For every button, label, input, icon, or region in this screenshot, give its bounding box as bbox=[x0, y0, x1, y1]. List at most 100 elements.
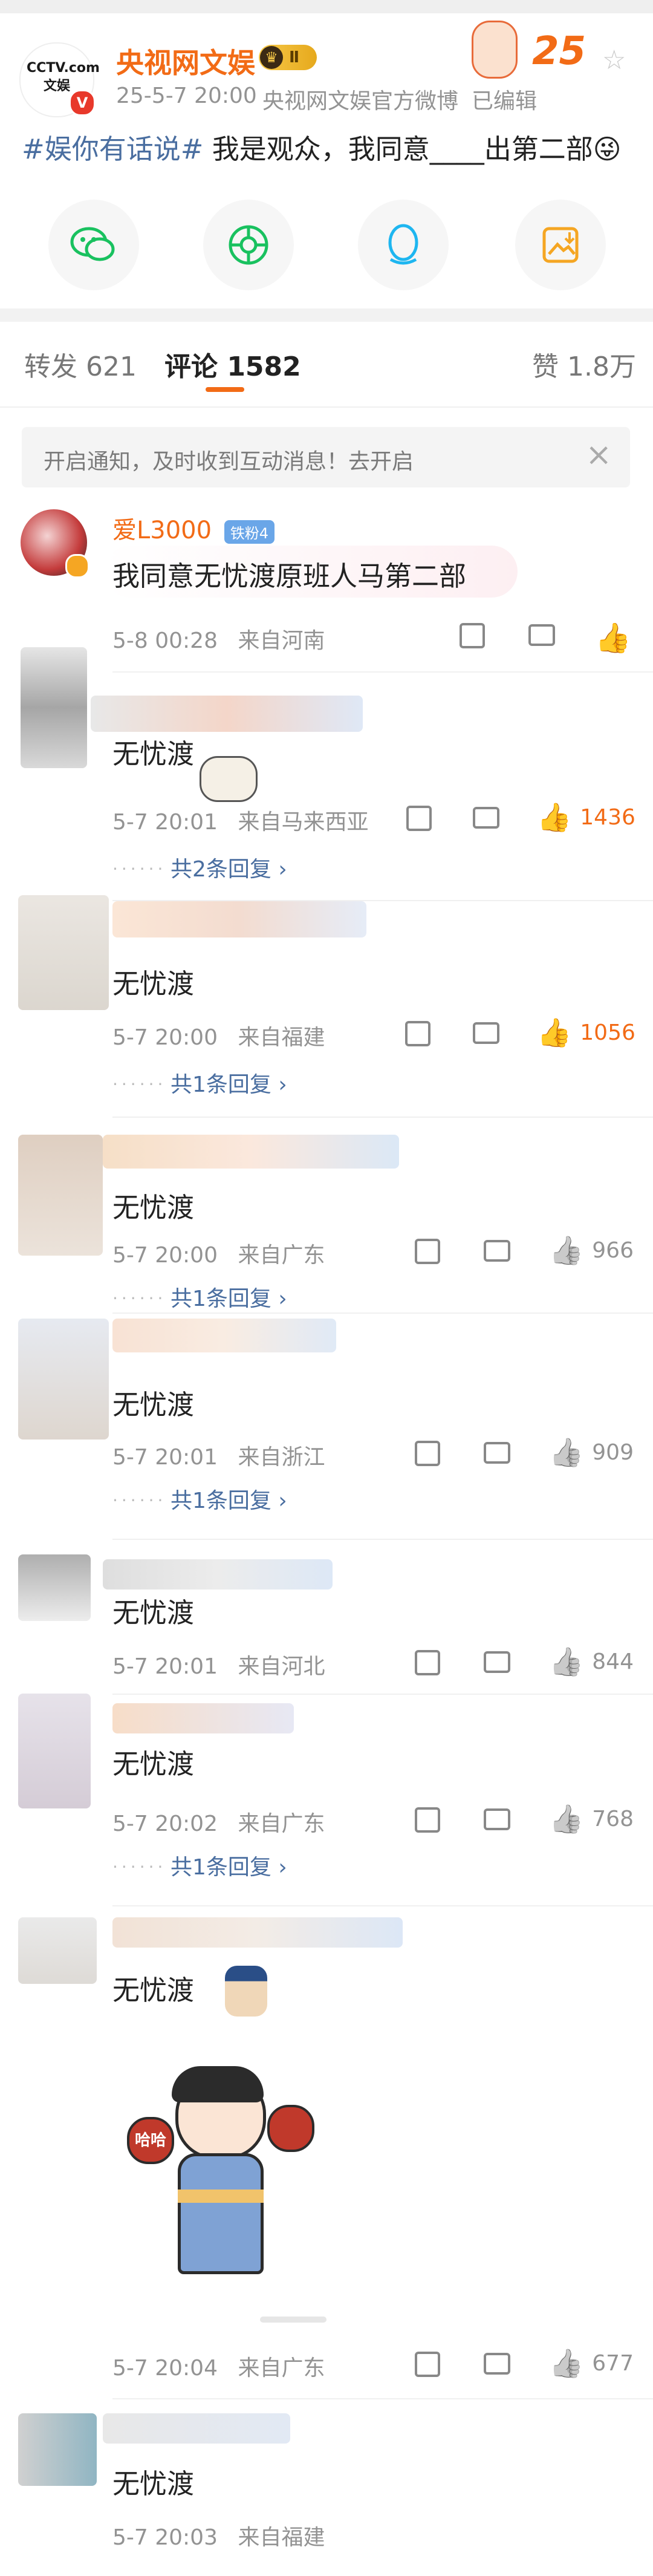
event-badge-icon[interactable]: 25 ☆ bbox=[466, 21, 635, 87]
share-qq-button[interactable] bbox=[358, 200, 449, 290]
like-count: 1436 bbox=[580, 805, 635, 830]
view-replies-link[interactable]: 共1条回复 › bbox=[171, 1483, 287, 1515]
pearl-earring-sticker bbox=[225, 1966, 267, 2017]
view-replies-link[interactable]: 共1条回复 › bbox=[171, 1850, 287, 1881]
crown-rank-icon: ♛ Ⅱ bbox=[259, 45, 317, 70]
wechat-icon bbox=[70, 227, 115, 261]
comment-icon[interactable] bbox=[484, 2353, 510, 2375]
comment-3: 无忧渡 5-7 20:00 来自福建 👍 1056 ······ 共1条回复 › bbox=[0, 895, 653, 1113]
close-icon[interactable]: × bbox=[585, 437, 612, 473]
share-icon[interactable] bbox=[415, 1239, 440, 1264]
reply-dots: ······ bbox=[112, 859, 167, 879]
comment-text: 无忧渡 bbox=[112, 968, 195, 1000]
like-button[interactable]: 👍 909 bbox=[549, 1436, 634, 1469]
post-source: 央视网文娱官方微博 bbox=[262, 89, 459, 114]
reply-dots: ······ bbox=[112, 1074, 167, 1094]
avatar[interactable] bbox=[18, 895, 109, 1010]
comment-time: 5-7 20:01 bbox=[112, 1654, 218, 1679]
comment-text: 无忧渡 bbox=[112, 1192, 195, 1224]
share-icon[interactable] bbox=[415, 1807, 440, 1833]
cartoon-image[interactable]: 哈哈哈 bbox=[127, 2062, 314, 2280]
avatar[interactable] bbox=[21, 647, 87, 768]
view-replies-link[interactable]: 共1条回复 › bbox=[171, 1281, 287, 1312]
comment-text: 无忧渡 bbox=[112, 1389, 195, 1421]
commenter-name[interactable] bbox=[103, 2413, 290, 2444]
comment-location: 来自广东 bbox=[238, 2356, 325, 2381]
avatar[interactable] bbox=[18, 1135, 103, 1256]
view-replies-link[interactable]: 共1条回复 › bbox=[171, 1067, 287, 1098]
post-author-name[interactable]: 央视网文娱 bbox=[116, 41, 255, 81]
tab-repost[interactable]: 转发 621 bbox=[24, 345, 137, 383]
comment-location: 来自福建 bbox=[238, 2525, 325, 2550]
comment-location: 来自河北 bbox=[238, 1654, 325, 1679]
avatar[interactable] bbox=[18, 1694, 91, 1808]
notification-banner[interactable]: 开启通知，及时收到互动消息！去开启 × bbox=[22, 427, 630, 487]
commenter-name[interactable] bbox=[103, 1135, 399, 1169]
share-icon[interactable] bbox=[406, 806, 432, 831]
like-count: 677 bbox=[592, 2351, 634, 2376]
avatar[interactable] bbox=[18, 1917, 97, 1984]
comment-time: 5-7 20:00 bbox=[112, 1025, 218, 1050]
commenter-name[interactable]: 爱L3000 铁粉4 bbox=[112, 510, 275, 546]
commenter-name[interactable] bbox=[112, 901, 366, 937]
verified-icon: V bbox=[69, 90, 96, 116]
share-moments-button[interactable] bbox=[203, 200, 294, 290]
share-wechat-button[interactable] bbox=[48, 200, 139, 290]
commenter-name[interactable] bbox=[103, 1559, 333, 1590]
comment-text: 无忧渡 bbox=[112, 738, 195, 770]
comment-icon[interactable] bbox=[473, 1022, 499, 1044]
like-button[interactable]: 👍 844 bbox=[549, 1645, 634, 1678]
section-separator bbox=[0, 308, 653, 322]
star-icon: ☆ bbox=[602, 45, 626, 76]
like-button[interactable]: 👍 1436 bbox=[537, 801, 635, 834]
like-button[interactable]: 👍 966 bbox=[549, 1234, 634, 1267]
comment-time: 5-7 20:02 bbox=[112, 1811, 218, 1836]
tab-like[interactable]: 赞 1.8万 bbox=[532, 345, 636, 383]
save-image-button[interactable] bbox=[515, 200, 606, 290]
post-edited[interactable]: 已编辑 bbox=[472, 83, 537, 115]
like-button[interactable]: 👍 768 bbox=[549, 1802, 634, 1836]
like-icon: 👍 bbox=[537, 801, 572, 833]
comment-icon[interactable] bbox=[484, 1651, 510, 1673]
like-icon: 👍 bbox=[549, 1802, 584, 1835]
reply-dots: ······ bbox=[112, 1288, 167, 1308]
event-badge-number: 25 bbox=[532, 29, 586, 74]
tab-comment[interactable]: 评论 1582 bbox=[164, 345, 301, 383]
avatar[interactable] bbox=[18, 1554, 91, 1621]
comment-location: 来自广东 bbox=[238, 1243, 325, 1268]
like-icon: 👍 bbox=[537, 1016, 572, 1049]
comment-icon[interactable] bbox=[484, 1442, 510, 1464]
comment-location: 来自浙江 bbox=[238, 1445, 325, 1470]
comment-2: 无忧渡 5-7 20:01 来自马来西亚 👍 1436 ······ 共2条回复… bbox=[0, 647, 653, 901]
share-icon[interactable] bbox=[415, 1650, 440, 1675]
author-avatar[interactable]: CCTV.com 文娱 V bbox=[19, 42, 100, 117]
fan-badge: 铁粉4 bbox=[224, 520, 275, 544]
comment-5: 无忧渡 5-7 20:01 来自浙江 👍 909 ······ 共1条回复 › bbox=[0, 1319, 653, 1524]
share-icon[interactable] bbox=[460, 623, 485, 648]
comment-8: 无忧渡 哈哈哈 5-7 20:04 来自广东 👍 677 bbox=[0, 1917, 653, 2401]
comment-icon[interactable] bbox=[484, 1808, 510, 1830]
avatar[interactable] bbox=[18, 2413, 97, 2486]
post-time: 25-5-7 20:00 bbox=[116, 83, 257, 108]
commenter-name[interactable] bbox=[112, 1917, 403, 1948]
commenter-name[interactable] bbox=[112, 1703, 294, 1733]
comment-icon[interactable] bbox=[473, 807, 499, 829]
commenter-name-text: 爱L3000 bbox=[112, 517, 212, 544]
comment-icon[interactable] bbox=[528, 624, 555, 646]
share-icon[interactable] bbox=[415, 1441, 440, 1466]
like-button[interactable]: 👍 677 bbox=[549, 2347, 634, 2380]
commenter-name[interactable] bbox=[91, 696, 363, 732]
avatar[interactable] bbox=[18, 1319, 109, 1440]
view-replies-link[interactable]: 共2条回复 › bbox=[171, 852, 287, 883]
tabs-divider bbox=[0, 406, 653, 408]
tab-active-indicator bbox=[206, 387, 244, 392]
comment-icon[interactable] bbox=[484, 1240, 510, 1262]
commenter-name[interactable] bbox=[112, 1319, 336, 1352]
share-icon[interactable] bbox=[405, 1021, 430, 1046]
reply-dots: ······ bbox=[112, 1857, 167, 1877]
qq-icon bbox=[388, 224, 418, 265]
comment-text: 无忧渡 bbox=[112, 1597, 195, 1629]
post-hashtag[interactable]: #娱你有话说# bbox=[22, 133, 203, 165]
share-icon[interactable] bbox=[415, 2352, 440, 2377]
like-button[interactable]: 👍 1056 bbox=[537, 1016, 635, 1049]
